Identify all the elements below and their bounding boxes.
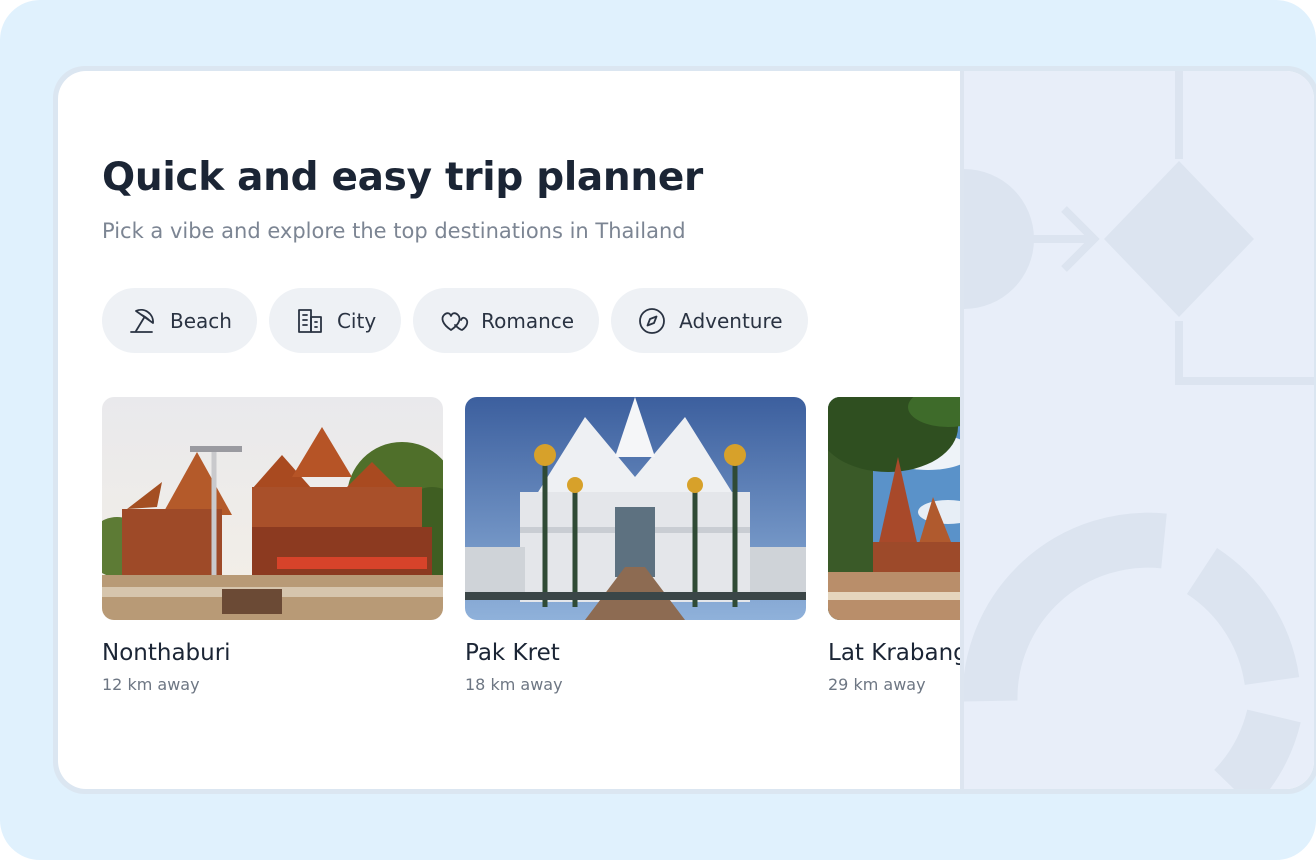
vibe-chip-label: City [336,308,377,333]
hearts-icon [438,305,470,337]
page-title: Quick and easy trip planner [102,155,703,200]
decorative-pattern-panel [960,71,1314,789]
vibe-filter-chips: Beach City Romance Adventure [102,288,808,353]
vibe-chip-city[interactable]: City [268,288,402,353]
page-backdrop: Quick and easy trip planner Pick a vibe … [0,0,1316,860]
destination-distance: 29 km away [828,675,926,694]
destination-card-pak-kret[interactable]: Pak Kret 18 km away [465,397,806,694]
destination-name: Pak Kret [465,640,560,666]
trip-planner-card: Quick and easy trip planner Pick a vibe … [58,71,1314,789]
destinations-carousel[interactable]: Nonthaburi 12 km away Pak Kret 18 km awa… [102,397,960,737]
compass-icon [636,305,668,337]
destination-name: Nonthaburi [102,640,231,666]
beach-umbrella-icon [127,305,159,337]
destination-card-lat-krabang[interactable]: Lat Krabang 29 km away [828,397,960,694]
vibe-chip-romance[interactable]: Romance [413,288,600,353]
destination-distance: 12 km away [102,675,200,694]
vibe-chip-beach[interactable]: Beach [102,288,257,353]
vibe-chip-adventure[interactable]: Adventure [611,288,808,353]
destination-card-nonthaburi[interactable]: Nonthaburi 12 km away [102,397,443,694]
destination-photo [102,397,443,620]
vibe-chip-label: Adventure [679,308,783,333]
destination-distance: 18 km away [465,675,563,694]
destination-name: Lat Krabang [828,640,960,666]
city-buildings-icon [294,305,326,337]
vibe-chip-label: Romance [481,308,575,333]
vibe-chip-label: Beach [170,308,232,333]
page-subtitle: Pick a vibe and explore the top destinat… [102,219,686,243]
destination-photo [465,397,806,620]
destination-photo [828,397,960,620]
decorative-shapes [964,71,1314,789]
window-frame: Quick and easy trip planner Pick a vibe … [53,66,1316,794]
